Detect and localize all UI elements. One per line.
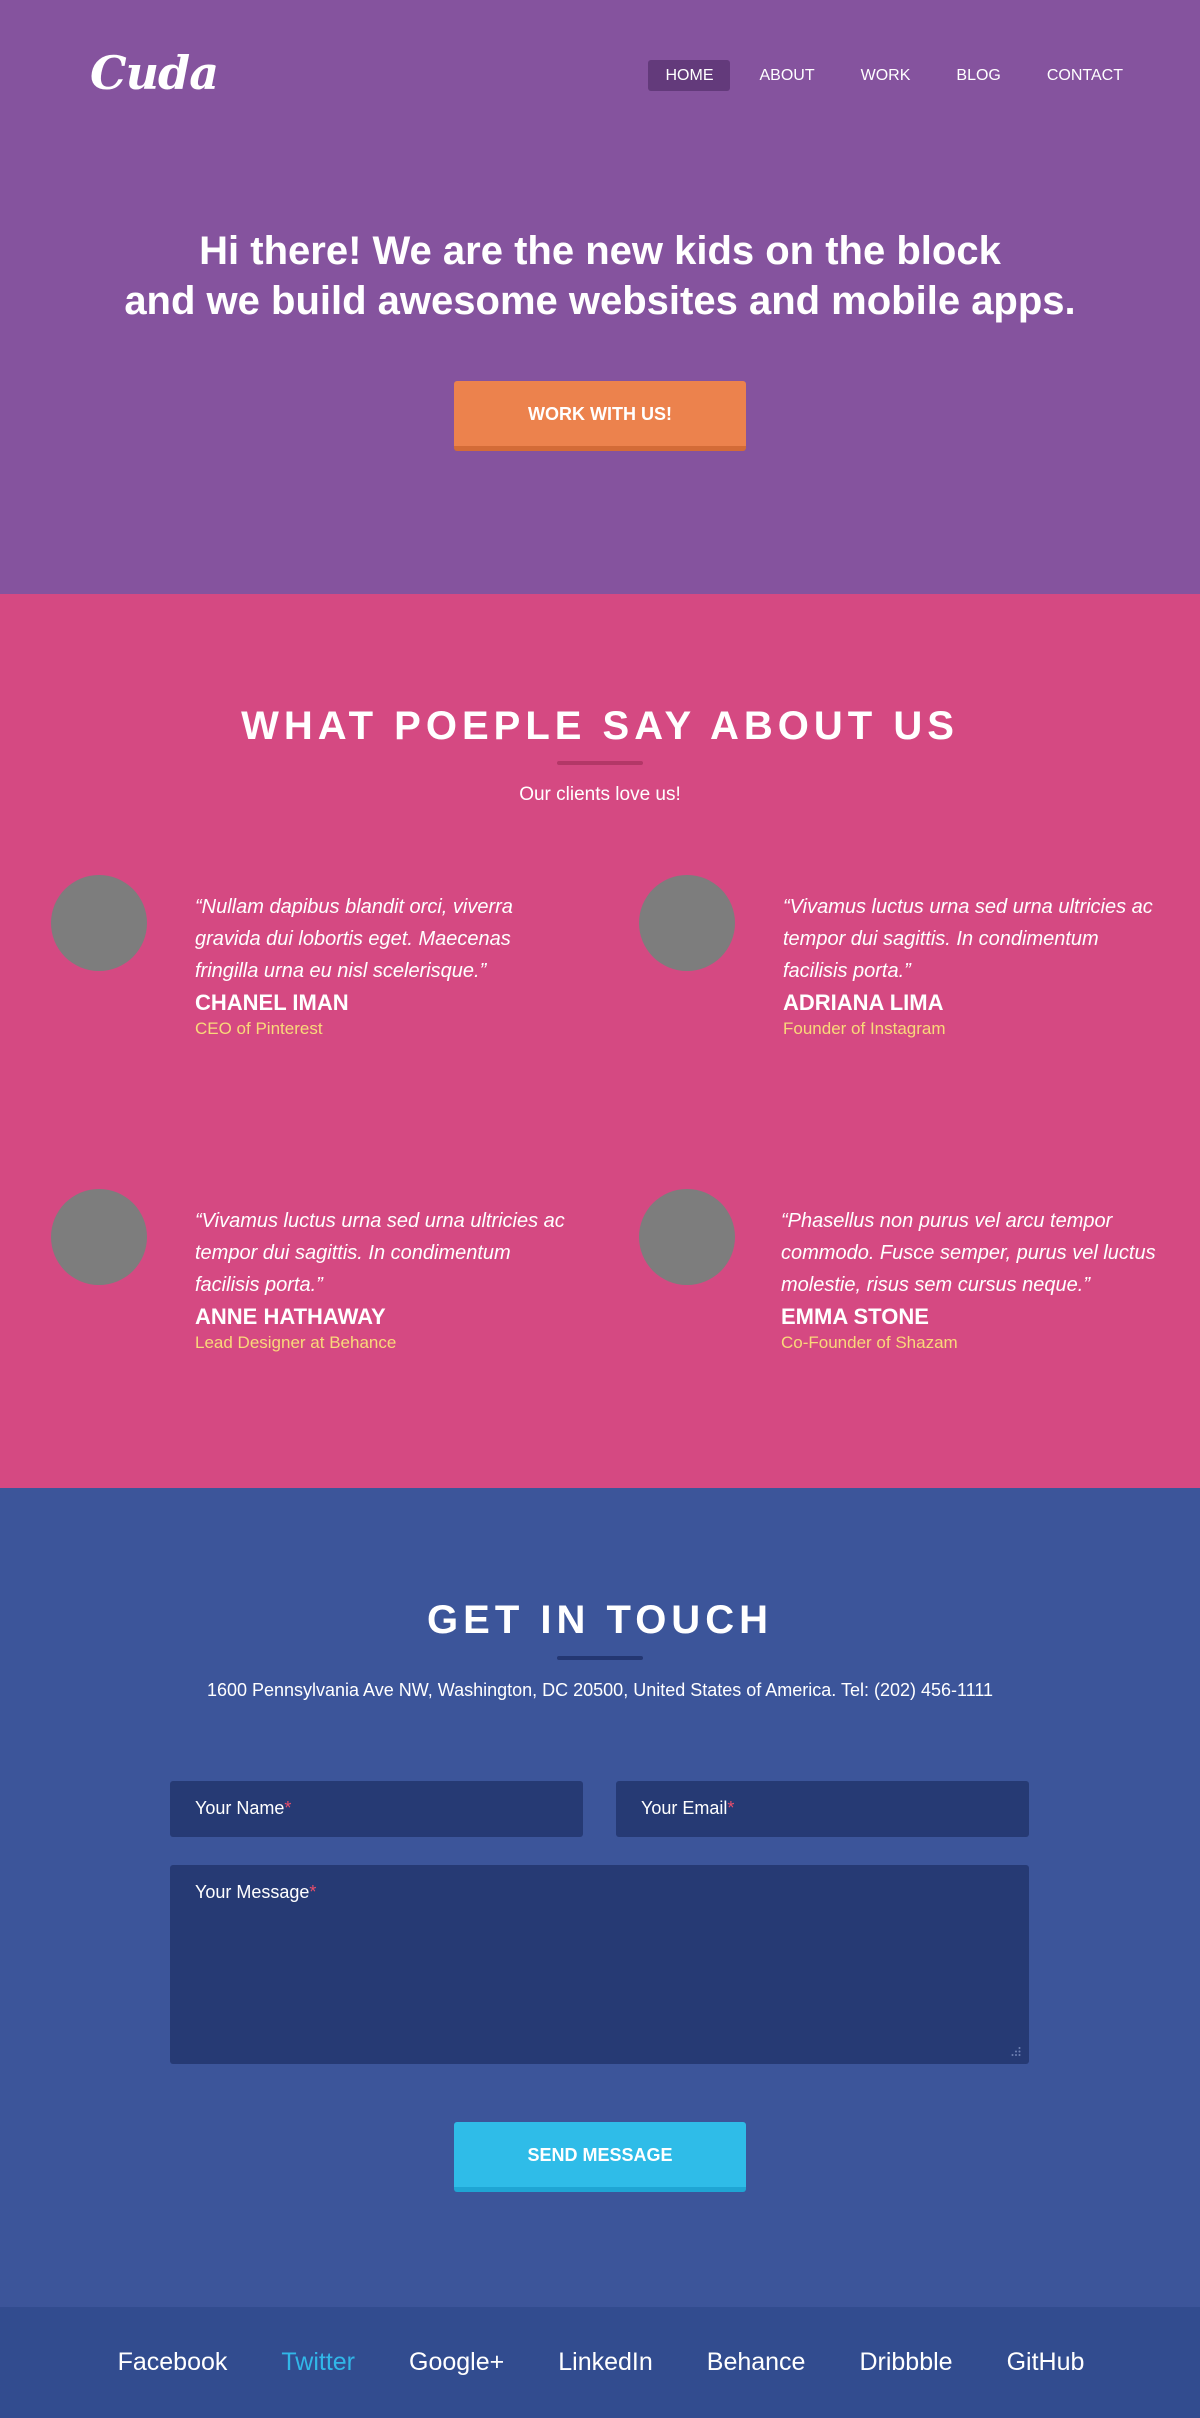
main-nav: HOME ABOUT WORK BLOG CONTACT	[648, 60, 1140, 91]
avatar	[51, 1189, 147, 1285]
work-with-us-button[interactable]: WORK WITH US!	[454, 381, 746, 451]
avatar	[639, 875, 735, 971]
social-link-github[interactable]: GitHub	[1007, 2348, 1085, 2377]
avatar	[51, 875, 147, 971]
resize-handle-icon[interactable]	[1011, 2046, 1021, 2056]
name-field[interactable]: Your Name*	[170, 1781, 583, 1837]
hero-title-line-1: Hi there! We are the new kids on the blo…	[199, 229, 1001, 273]
testimonial-card: “Nullam dapibus blandit orci, viverra gr…	[51, 875, 611, 1075]
contact-section: GET IN TOUCH 1600 Pennsylvania Ave NW, W…	[0, 1488, 1200, 2307]
required-mark: *	[284, 1798, 292, 1818]
testimonial-role: Co-Founder of Shazam	[781, 1333, 958, 1352]
social-link-facebook[interactable]: Facebook	[118, 2348, 228, 2377]
nav-item-about[interactable]: ABOUT	[742, 60, 831, 91]
nav-item-home[interactable]: HOME	[648, 60, 731, 91]
hero-section: Cuda HOME ABOUT WORK BLOG CONTACT Hi the…	[0, 0, 1200, 594]
hero-title-line-2: and we build awesome websites and mobile…	[124, 279, 1076, 323]
testimonial-role: Founder of Instagram	[783, 1019, 946, 1038]
logo[interactable]: Cuda	[90, 50, 219, 96]
social-link-linkedin[interactable]: LinkedIn	[558, 2348, 653, 2377]
name-placeholder: Your Name	[195, 1798, 285, 1818]
footer: Facebook Twitter Google+ LinkedIn Behanc…	[0, 2307, 1200, 2418]
testimonial-role: Lead Designer at Behance	[195, 1333, 397, 1352]
email-placeholder: Your Email	[641, 1798, 728, 1818]
email-field[interactable]: Your Email*	[616, 1781, 1029, 1837]
send-message-button[interactable]: SEND MESSAGE	[454, 2122, 746, 2192]
hero-title: Hi there! We are the new kids on the blo…	[0, 226, 1200, 326]
testimonial-name: CHANEL IMAN	[195, 990, 349, 1015]
testimonial-name: EMMA STONE	[781, 1304, 929, 1329]
required-mark: *	[727, 1798, 735, 1818]
testimonial-quote: “Vivamus luctus urna sed urna ultricies …	[783, 896, 1153, 982]
contact-title: GET IN TOUCH	[427, 1598, 773, 1642]
social-links: Facebook Twitter Google+ LinkedIn Behanc…	[0, 2307, 1200, 2418]
title-separator	[557, 1656, 643, 1660]
testimonial-quote: “Vivamus luctus urna sed urna ultricies …	[195, 1210, 565, 1296]
testimonials-title: WHAT POEPLE SAY ABOUT US	[241, 704, 959, 748]
testimonials-subtitle: Our clients love us!	[519, 784, 681, 805]
social-link-behance[interactable]: Behance	[707, 2348, 806, 2377]
testimonial-card: “Vivamus luctus urna sed urna ultricies …	[51, 1189, 611, 1389]
message-field[interactable]: Your Message*	[170, 1865, 1029, 2064]
social-link-googleplus[interactable]: Google+	[409, 2348, 504, 2377]
nav-item-contact[interactable]: CONTACT	[1030, 60, 1140, 91]
social-link-twitter[interactable]: Twitter	[281, 2348, 355, 2377]
nav-item-blog[interactable]: BLOG	[939, 60, 1017, 91]
testimonial-card: “Phasellus non purus vel arcu tempor com…	[639, 1189, 1199, 1389]
nav-item-work[interactable]: WORK	[844, 60, 928, 91]
required-mark: *	[309, 1882, 317, 1902]
testimonials-section: WHAT POEPLE SAY ABOUT US Our clients lov…	[0, 594, 1200, 1488]
message-placeholder: Your Message	[195, 1882, 310, 1902]
testimonial-name: ANNE HATHAWAY	[195, 1304, 386, 1329]
title-separator	[557, 761, 643, 765]
testimonial-name: ADRIANA LIMA	[783, 990, 944, 1015]
testimonial-quote: “Nullam dapibus blandit orci, viverra gr…	[195, 896, 513, 982]
avatar	[639, 1189, 735, 1285]
testimonial-role: CEO of Pinterest	[195, 1019, 323, 1038]
contact-address: 1600 Pennsylvania Ave NW, Washington, DC…	[206, 1680, 994, 1700]
testimonial-quote: “Phasellus non purus vel arcu tempor com…	[781, 1210, 1156, 1296]
social-link-dribbble[interactable]: Dribbble	[859, 2348, 952, 2377]
testimonial-card: “Vivamus luctus urna sed urna ultricies …	[639, 875, 1199, 1075]
